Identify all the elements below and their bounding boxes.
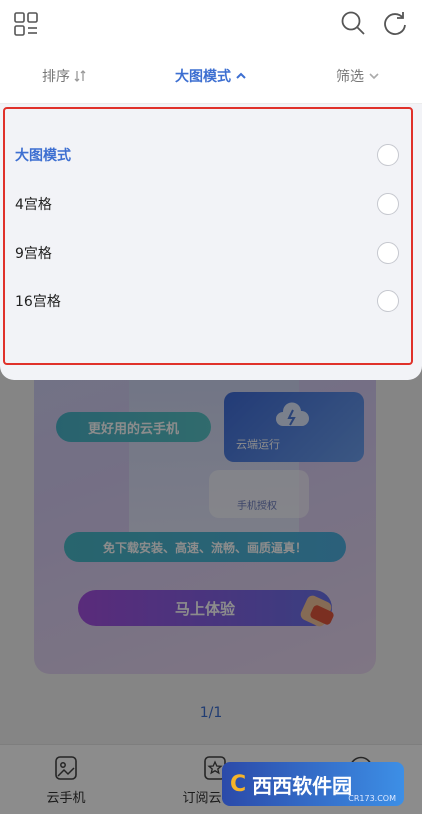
tab-sort-label: 排序: [42, 69, 70, 85]
radio-16-grid[interactable]: [377, 290, 399, 312]
refresh-icon[interactable]: [382, 10, 408, 36]
chevron-down-icon: [369, 73, 379, 80]
search-icon[interactable]: [340, 10, 366, 36]
option-large-image[interactable]: 大图模式: [0, 137, 422, 173]
tab-filter-label: 筛选: [336, 69, 364, 85]
tab-sort[interactable]: 排序: [42, 66, 86, 86]
tab-display-mode-label: 大图模式: [175, 69, 231, 85]
display-mode-dropdown: 大图模式 4宫格 9宫格 16宫格: [0, 104, 422, 380]
radio-9-grid[interactable]: [377, 242, 399, 264]
radio-large-image[interactable]: [377, 144, 399, 166]
grid-icon[interactable]: [14, 12, 38, 36]
sort-icon: [74, 70, 86, 82]
watermark-logo: C: [230, 771, 247, 797]
radio-4-grid[interactable]: [377, 193, 399, 215]
chevron-up-icon: [236, 72, 246, 79]
option-16-grid-label: 16宫格: [15, 294, 61, 310]
option-9-grid-label: 9宫格: [15, 246, 52, 262]
option-4-grid[interactable]: 4宫格: [0, 186, 422, 222]
watermark-text: 西西软件园: [252, 773, 353, 798]
tab-display-mode[interactable]: 大图模式: [175, 66, 247, 86]
site-watermark: C 西西软件园 CR173.COM: [222, 762, 404, 806]
option-16-grid[interactable]: 16宫格: [0, 283, 422, 319]
option-9-grid[interactable]: 9宫格: [0, 235, 422, 271]
option-large-image-label: 大图模式: [15, 148, 71, 164]
watermark-sub: CR173.COM: [348, 794, 396, 803]
tab-filter[interactable]: 筛选: [336, 66, 380, 86]
top-bar: [0, 0, 422, 48]
filter-tab-bar: 排序 大图模式 筛选: [0, 48, 422, 104]
option-4-grid-label: 4宫格: [15, 197, 52, 213]
